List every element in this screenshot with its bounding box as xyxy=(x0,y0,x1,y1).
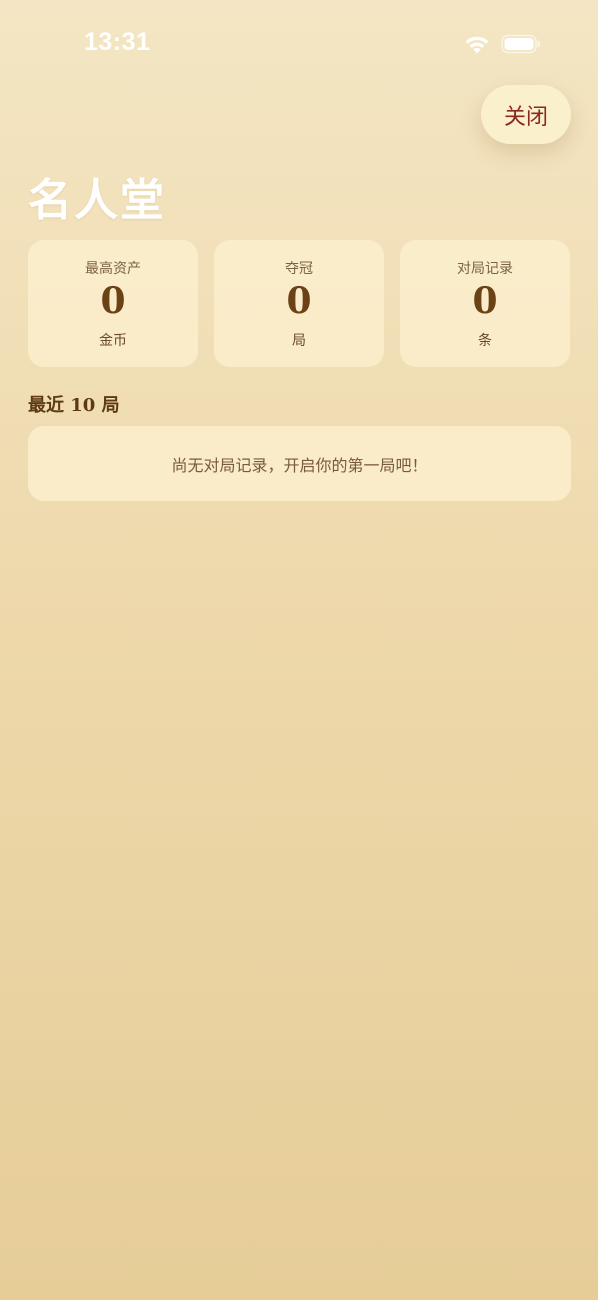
empty-state-text: 尚无对局记录，开启你的第一局吧！ xyxy=(171,455,428,475)
stat-label: 对局记录 xyxy=(457,261,513,277)
stat-label: 夺冠 xyxy=(285,261,313,277)
stat-unit: 金币 xyxy=(99,333,127,349)
recent-heading: 最近 10 局 xyxy=(28,395,120,416)
close-button[interactable]: 关闭 xyxy=(481,85,571,144)
stat-value: 0 xyxy=(472,280,498,322)
stat-card-highest-assets: 最高资产 0 金币 xyxy=(28,240,198,367)
stat-card-match-records: 对局记录 0 条 xyxy=(400,240,570,367)
stat-value: 0 xyxy=(100,280,126,322)
stat-label: 最高资产 xyxy=(85,261,141,277)
stat-unit: 局 xyxy=(292,333,306,349)
battery-icon xyxy=(501,34,540,54)
stat-value: 0 xyxy=(286,280,312,322)
stat-card-championships: 夺冠 0 局 xyxy=(214,240,384,367)
page-title: 名人堂 xyxy=(28,175,166,226)
wifi-icon xyxy=(465,36,489,54)
stat-unit: 条 xyxy=(478,333,492,349)
status-time: 13:31 xyxy=(84,28,151,56)
status-bar: 13:31 xyxy=(0,0,598,90)
stats-row: 最高资产 0 金币 夺冠 0 局 对局记录 0 条 xyxy=(28,240,571,367)
empty-state-card: 尚无对局记录，开启你的第一局吧！ xyxy=(28,426,571,501)
